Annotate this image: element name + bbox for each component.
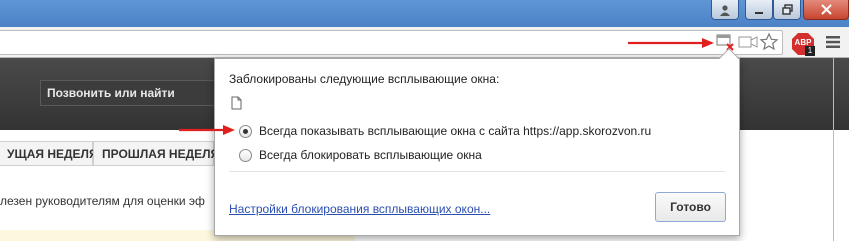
radio-always-allow-label: Всегда показывать всплывающие окна с сай… [259,124,652,138]
annotation-arrow-option [179,125,235,135]
radio-button-checked[interactable] [239,124,252,138]
popup-blocked-bubble: Заблокированы следующие всплывающие окна… [214,48,740,236]
page-description: лезен руководителям для оценки эф [0,194,205,208]
popup-blocked-icon[interactable] [716,33,736,51]
close-icon [820,4,832,15]
radio-always-block-label: Всегда блокировать всплывающие окна [259,148,482,162]
blocked-popup-item[interactable] [231,96,242,115]
tab-current-week[interactable]: УЩАЯ НЕДЕЛЯ [0,141,98,166]
adblock-plus-icon[interactable]: ABP 1 [791,32,815,56]
close-window-button[interactable] [803,0,849,20]
radio-always-block[interactable]: Всегда блокировать всплывающие окна [239,148,482,162]
site-search-input[interactable]: Позвонить или найти [40,80,220,106]
restore-icon [781,4,793,15]
camera-icon[interactable] [738,35,758,49]
browser-title-bar [0,0,849,27]
user-profile-button[interactable] [711,0,739,20]
bookmark-star-icon[interactable] [759,32,779,52]
restore-button[interactable] [773,0,801,20]
adblock-count-badge: 1 [805,46,815,56]
done-button[interactable]: Готово [655,192,726,222]
page-divider [833,58,834,241]
minimize-button[interactable] [745,0,773,20]
radio-always-allow[interactable]: Всегда показывать всплывающие окна с сай… [239,124,651,138]
tab-last-week[interactable]: ПРОШЛАЯ НЕДЕЛЯ [93,141,219,166]
bubble-divider [229,171,725,172]
radio-button-unchecked[interactable] [239,148,252,162]
file-icon [231,96,242,110]
annotation-arrow-toolbar [628,38,714,48]
minimize-icon [755,11,763,14]
popup-settings-link[interactable]: Настройки блокирования всплывающих окон.… [229,202,490,216]
page-right-area [737,130,833,241]
browser-toolbar: ABP 1 [0,27,849,58]
menu-icon[interactable] [824,33,842,51]
user-icon [720,4,730,16]
bubble-title: Заблокированы следующие всплывающие окна… [229,72,500,86]
